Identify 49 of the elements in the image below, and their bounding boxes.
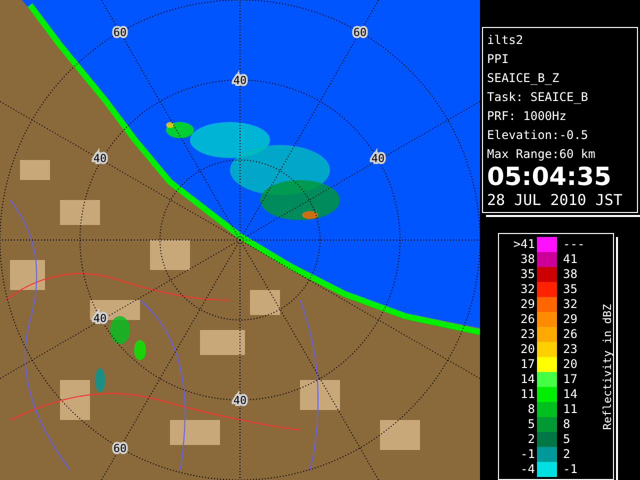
legend-value: 8 bbox=[562, 417, 572, 431]
legend-value: 23 bbox=[520, 327, 536, 341]
info-text: Task: SEAICE_B bbox=[487, 89, 590, 106]
range-label: 40 bbox=[371, 152, 385, 165]
legend-value: 11 bbox=[562, 402, 578, 416]
legend-value: 14 bbox=[562, 387, 578, 401]
info-text: ilts2 bbox=[487, 32, 524, 49]
range-label: 60 bbox=[353, 26, 367, 39]
info-text: Elevation:-0.5 bbox=[487, 127, 590, 144]
legend-value: 14 bbox=[520, 372, 536, 386]
legend-value: 11 bbox=[520, 387, 536, 401]
legend-value: 23 bbox=[562, 342, 578, 356]
legend-value: 26 bbox=[562, 327, 578, 341]
legend-value: 35 bbox=[520, 267, 536, 281]
legend-value: 2 bbox=[526, 432, 536, 446]
legend-title: Reflectivity in dBZ bbox=[601, 304, 614, 430]
info-text: Max Range:60 km bbox=[487, 146, 596, 163]
legend-value: 38 bbox=[562, 267, 578, 281]
legend-value: 38 bbox=[520, 252, 536, 266]
legend-value: 17 bbox=[520, 357, 536, 371]
legend-value: 20 bbox=[520, 342, 536, 356]
time-text: 05:04:35 bbox=[487, 164, 612, 190]
legend-value: 29 bbox=[562, 312, 578, 326]
info-text: PPI bbox=[487, 51, 510, 68]
legend-value: -1 bbox=[562, 462, 578, 476]
legend-value: 26 bbox=[520, 312, 536, 326]
legend-value: 5 bbox=[562, 432, 572, 446]
legend-value: --- bbox=[562, 237, 586, 251]
legend-value: 41 bbox=[562, 252, 578, 266]
legend-value: 35 bbox=[562, 282, 578, 296]
legend-value: 8 bbox=[526, 402, 536, 416]
info-text: PRF: 1000Hz bbox=[487, 108, 568, 125]
legend-value: 32 bbox=[520, 282, 536, 296]
range-label: 40 bbox=[93, 152, 107, 165]
legend-value: -4 bbox=[520, 462, 536, 476]
legend-value: 20 bbox=[562, 357, 578, 371]
legend-value: >41 bbox=[512, 237, 536, 251]
legend-value: 29 bbox=[520, 297, 536, 311]
range-label: 40 bbox=[93, 312, 107, 325]
date-text: 28 JUL 2010 JST bbox=[487, 190, 624, 210]
legend-value: 32 bbox=[562, 297, 578, 311]
legend-value: -1 bbox=[520, 447, 536, 461]
info-text: SEAICE_B_Z bbox=[487, 70, 560, 87]
range-label: 40 bbox=[233, 74, 247, 87]
range-label: 40 bbox=[233, 394, 247, 407]
legend-value: 5 bbox=[526, 417, 536, 431]
range-label: 60 bbox=[113, 442, 127, 455]
legend-value: 17 bbox=[562, 372, 578, 386]
legend-value: 2 bbox=[562, 447, 572, 461]
